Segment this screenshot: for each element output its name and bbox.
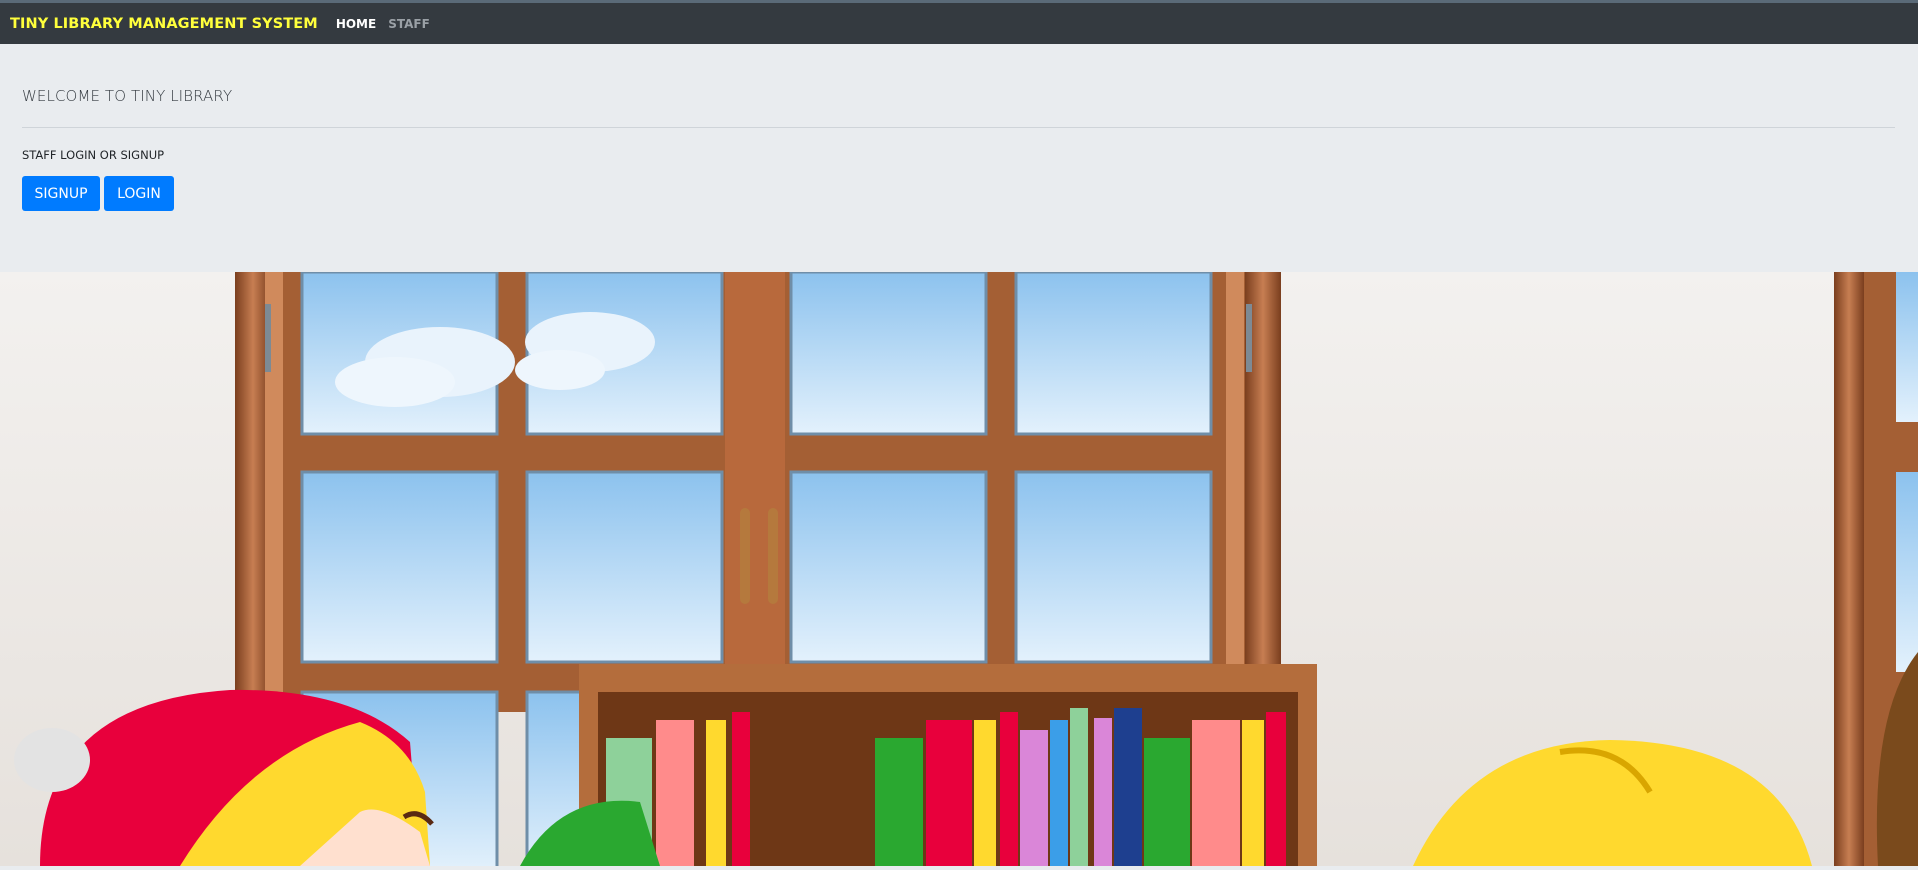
library-illustration: [0, 272, 1918, 866]
staff-login-text: STAFF LOGIN OR SIGNUP: [22, 148, 165, 162]
library-illustration-svg: [0, 272, 1918, 866]
signup-button[interactable]: SIGNUP: [22, 176, 100, 211]
login-button[interactable]: LOGIN: [104, 176, 174, 211]
nav-link-staff[interactable]: STAFF: [388, 17, 430, 31]
nav-link-home[interactable]: HOME: [336, 17, 376, 31]
bottom-border: [0, 866, 1918, 870]
divider: [22, 127, 1895, 128]
welcome-jumbotron: WELCOME TO TINY LIBRARY STAFF LOGIN OR S…: [0, 44, 1918, 272]
welcome-heading: WELCOME TO TINY LIBRARY: [22, 87, 233, 105]
navbar: TINY LIBRARY MANAGEMENT SYSTEM HOME STAF…: [0, 3, 1918, 44]
brand-title[interactable]: TINY LIBRARY MANAGEMENT SYSTEM: [10, 16, 318, 32]
